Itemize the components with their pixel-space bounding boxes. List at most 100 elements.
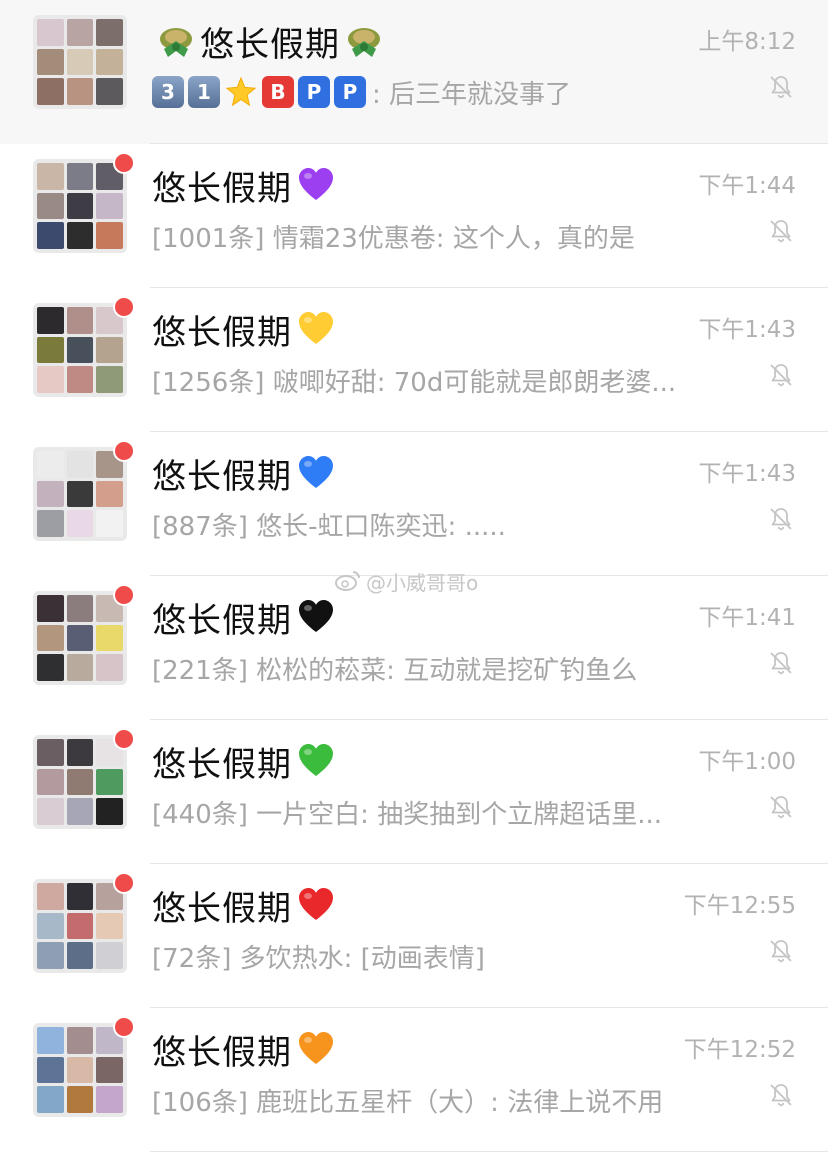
letter-badge: P	[334, 76, 366, 108]
weibo-icon	[335, 571, 360, 591]
chat-preview: [1256条] 啵唧好甜: 70d可能就是郎朗老婆...	[152, 360, 676, 400]
avatar-tile	[66, 48, 94, 76]
chat-row[interactable]: 悠长假期 下午1:43 [887条] 悠长-虹口陈奕迅: .....	[0, 432, 828, 576]
mute-bell-icon	[768, 362, 794, 388]
avatar-tile	[66, 19, 94, 46]
avatar-tile	[96, 48, 123, 76]
group-avatar	[33, 1023, 127, 1117]
star-emoji-icon	[224, 76, 258, 108]
avatar-tile	[66, 1027, 94, 1054]
avatar-tile	[37, 366, 64, 393]
avatar-tile	[37, 451, 64, 478]
chat-title: 悠长假期	[152, 600, 292, 641]
avatar-tile	[66, 1056, 94, 1084]
group-avatar	[33, 159, 127, 253]
mute-bell-icon	[768, 938, 794, 964]
chat-row[interactable]: 悠长假期 下午1:44 [1001条] 情霜23优惠卷: 这个人，真的是	[0, 144, 828, 288]
chat-time: 下午1:00	[698, 749, 796, 775]
chat-title-line: 悠长假期	[152, 736, 336, 786]
unread-dot	[113, 584, 135, 606]
chat-title: 悠长假期	[152, 1032, 292, 1073]
chat-row[interactable]: 悠长假期 下午1:43 [1256条] 啵唧好甜: 70d可能就是郎朗老婆...	[0, 288, 828, 432]
chat-preview-text: : 后三年就没事了	[372, 79, 572, 110]
mute-bell-icon	[768, 74, 794, 100]
chat-time: 下午12:52	[683, 1037, 796, 1063]
chat-row[interactable]: 悠长假期 上午8:12 3 1 B P P: 后三年就没事了	[0, 0, 828, 144]
mute-bell-icon	[768, 650, 794, 676]
avocado-icon	[344, 21, 384, 61]
avatar-tile	[96, 624, 123, 652]
avatar-tile	[66, 654, 94, 681]
avatar-tile	[37, 624, 64, 652]
avatar-tile	[96, 78, 123, 105]
avatar-tile	[96, 768, 123, 796]
avatar-tile	[37, 1027, 64, 1054]
avatar-tile	[96, 222, 123, 249]
chat-preview: [440条] 一片空白: 抽奖抽到个立牌超话里...	[152, 792, 662, 832]
chat-title: 悠长假期	[200, 24, 340, 65]
group-avatar	[33, 303, 127, 397]
chat-row[interactable]: 悠长假期 下午12:55 [72条] 多饮热水: [动画表情]	[0, 864, 828, 1008]
avatar-tile	[37, 336, 64, 364]
chat-preview-text: [1256条] 啵唧好甜: 70d可能就是郎朗老婆...	[152, 367, 677, 398]
avatar-tile	[37, 222, 64, 249]
chat-time: 上午8:12	[698, 29, 796, 55]
orange-heart-icon	[296, 1029, 336, 1069]
chat-row[interactable]: 悠长假期 下午1:00 [440条] 一片空白: 抽奖抽到个立牌超话里...	[0, 720, 828, 864]
chat-title-line: 悠长假期	[152, 160, 336, 210]
avatar-tile	[66, 798, 94, 825]
avatar-tile	[96, 510, 123, 537]
chat-title-line: 悠长假期	[152, 448, 336, 498]
mute-bell-icon	[768, 1082, 794, 1108]
avatar-tile	[37, 1086, 64, 1113]
chat-title: 悠长假期	[152, 312, 292, 353]
avatar-tile	[66, 768, 94, 796]
chat-preview: 31BPP: 后三年就没事了	[152, 72, 571, 112]
mute-bell-icon	[768, 794, 794, 820]
chat-preview: [221条] 松松的菘菜: 互动就是挖矿钓鱼么	[152, 648, 637, 688]
avatar-tile	[96, 1056, 123, 1084]
group-avatar	[33, 735, 127, 829]
chat-time: 下午1:41	[698, 605, 796, 631]
chat-title: 悠长假期	[152, 744, 292, 785]
avatar-tile	[37, 1056, 64, 1084]
avatar-tile	[37, 19, 64, 46]
chat-preview-text: [72条] 多饮热水: [动画表情]	[152, 943, 485, 974]
chat-preview-text: [1001条] 情霜23优惠卷: 这个人，真的是	[152, 223, 635, 254]
avatar-tile	[37, 78, 64, 105]
group-avatar	[33, 879, 127, 973]
letter-badge: P	[298, 76, 330, 108]
chat-row[interactable]: 悠长假期 下午12:52 [106条] 鹿班比五星杆（大）: 法律上说不用	[0, 1008, 828, 1152]
avatar-tile	[96, 942, 123, 969]
avatar-tile	[96, 654, 123, 681]
unread-dot	[113, 728, 135, 750]
avatar-tile	[37, 510, 64, 537]
avatar-tile	[66, 510, 94, 537]
avatar-tile	[66, 1086, 94, 1113]
chat-title-line: 悠长假期	[152, 880, 336, 930]
avatar-tile	[66, 480, 94, 508]
avatar-tile	[66, 336, 94, 364]
avatar-tile	[96, 366, 123, 393]
avatar-tile	[96, 336, 123, 364]
avatar-tile	[37, 739, 64, 766]
row-divider	[150, 1151, 828, 1152]
avatar-tile	[66, 307, 94, 334]
avatar-tile	[66, 942, 94, 969]
black-heart-icon	[296, 597, 336, 637]
avatar-tile	[37, 163, 64, 190]
yellow-heart-icon	[296, 309, 336, 349]
letter-badge: 3	[152, 76, 184, 108]
avocado-icon	[156, 21, 196, 61]
chat-row[interactable]: 悠长假期 下午1:41 [221条] 松松的菘菜: 互动就是挖矿钓鱼么	[0, 576, 828, 720]
avatar-tile	[66, 883, 94, 910]
chat-time: 下午12:55	[683, 893, 796, 919]
chat-time: 下午1:44	[698, 173, 796, 199]
avatar-tile	[66, 192, 94, 220]
unread-dot	[113, 1016, 135, 1038]
avatar-tile	[66, 739, 94, 766]
chat-title-line: 悠长假期	[152, 304, 336, 354]
chat-title: 悠长假期	[152, 888, 292, 929]
avatar-tile	[37, 654, 64, 681]
letter-badge: 1	[188, 76, 220, 108]
